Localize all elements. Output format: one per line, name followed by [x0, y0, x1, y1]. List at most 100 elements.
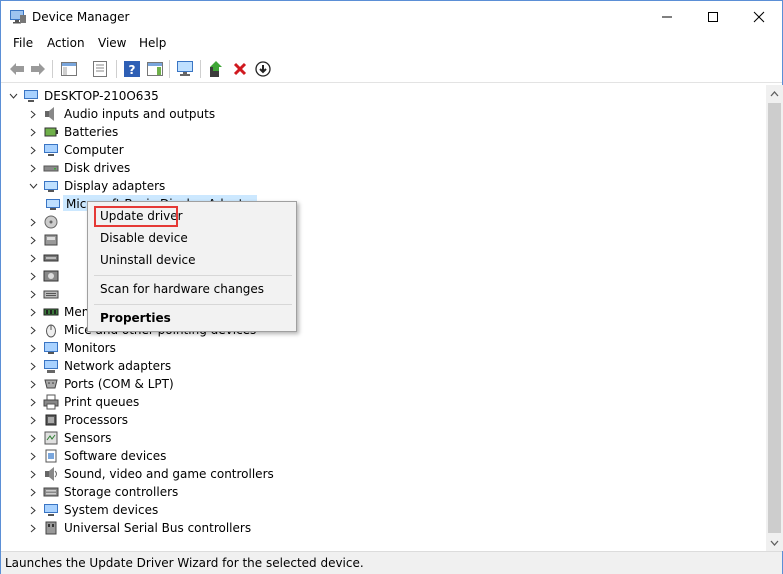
chevron-right-icon[interactable] [27, 501, 39, 519]
computer-icon [43, 142, 59, 158]
chevron-right-icon[interactable] [27, 465, 39, 483]
chevron-right-icon[interactable] [27, 213, 39, 231]
monitor-icon [43, 340, 59, 356]
device-manager-app-icon [10, 10, 26, 24]
update-driver-icon[interactable] [206, 59, 226, 79]
tree-item-batteries[interactable]: Batteries [27, 123, 118, 141]
imaging-icon [43, 268, 59, 284]
tree-item-software-devices[interactable]: Software devices [27, 447, 166, 465]
scroll-down-arrow-icon[interactable] [766, 534, 783, 551]
tree-item-print-queues[interactable]: Print queues [27, 393, 139, 411]
maximize-button[interactable] [690, 1, 736, 33]
chevron-right-icon[interactable] [27, 321, 39, 339]
tree-item-label: Sensors [64, 431, 112, 445]
tree-item-label: Ports (COM & LPT) [64, 377, 174, 391]
chevron-right-icon[interactable] [27, 105, 39, 123]
tree-item-hid-icon[interactable] [27, 231, 64, 249]
chevron-right-icon[interactable] [27, 285, 39, 303]
show-hide-console-tree-icon[interactable] [59, 59, 79, 79]
chevron-right-icon[interactable] [27, 123, 39, 141]
chevron-right-icon[interactable] [27, 159, 39, 177]
chevron-down-icon[interactable] [7, 87, 19, 105]
ctx-disable-device[interactable]: Disable device [88, 228, 296, 250]
disable-icon[interactable] [253, 59, 273, 79]
tree-item-imaging-icon[interactable] [27, 267, 64, 285]
tree-item-storage-controllers[interactable]: Storage controllers [27, 483, 178, 501]
tree-item-sound-video-and-game-controllers[interactable]: Sound, video and game controllers [27, 465, 274, 483]
minimize-button[interactable] [644, 1, 690, 33]
hid-icon [43, 232, 59, 248]
ctx-separator [94, 304, 292, 305]
tree-item-dvd-icon[interactable] [27, 213, 64, 231]
tree-item-computer[interactable]: Computer [27, 141, 124, 159]
ctx-uninstall-device[interactable]: Uninstall device [88, 250, 296, 272]
menu-view[interactable]: View [98, 36, 126, 50]
tree-item-monitors[interactable]: Monitors [27, 339, 116, 357]
tree-item-label: Monitors [64, 341, 116, 355]
close-button[interactable] [736, 1, 782, 33]
scroll-up-arrow-icon[interactable] [766, 85, 783, 102]
window-title: Device Manager [32, 10, 130, 24]
chevron-right-icon[interactable] [27, 357, 39, 375]
tree-item-sensors[interactable]: Sensors [27, 429, 111, 447]
ide-icon [43, 250, 59, 266]
chevron-right-icon[interactable] [27, 447, 39, 465]
tree-item-system-devices[interactable]: System devices [27, 501, 158, 519]
menu-action[interactable]: Action [47, 36, 85, 50]
chevron-down-icon[interactable] [27, 177, 39, 195]
chevron-right-icon[interactable] [27, 249, 39, 267]
chevron-right-icon[interactable] [27, 411, 39, 429]
chevron-right-icon[interactable] [27, 519, 39, 537]
menu-help[interactable]: Help [139, 36, 166, 50]
tree-item-universal-serial-bus-controllers[interactable]: Universal Serial Bus controllers [27, 519, 251, 537]
ctx-scan-hardware[interactable]: Scan for hardware changes [88, 279, 296, 301]
tree-item-label: Print queues [64, 395, 140, 409]
back-icon[interactable] [7, 59, 27, 79]
chevron-right-icon[interactable] [27, 267, 39, 285]
scan-hardware-icon[interactable] [176, 59, 196, 79]
tree-item-processors[interactable]: Processors [27, 411, 128, 429]
tree-item-label: System devices [64, 503, 159, 517]
tree-item-label: Disk drives [64, 161, 131, 175]
tree-item-label: Computer [64, 143, 124, 157]
tree-item-display-adapters[interactable]: Display adapters [27, 177, 165, 195]
chevron-right-icon[interactable] [27, 339, 39, 357]
chevron-right-icon[interactable] [27, 393, 39, 411]
vertical-scrollbar[interactable] [766, 85, 783, 551]
tree-item-label: Software devices [64, 449, 167, 463]
chevron-right-icon[interactable] [27, 429, 39, 447]
tree-item-label: Batteries [64, 125, 119, 139]
chevron-right-icon[interactable] [27, 375, 39, 393]
tree-item-label: Audio inputs and outputs [64, 107, 216, 121]
tree-root[interactable]: DESKTOP-210O635 [7, 87, 159, 105]
scrollbar-thumb[interactable] [768, 103, 781, 533]
toolbar-separator [169, 60, 170, 78]
chevron-right-icon[interactable] [27, 231, 39, 249]
forward-icon[interactable] [28, 59, 48, 79]
tree-item-label: Display adapters [64, 179, 166, 193]
uninstall-icon[interactable] [230, 59, 250, 79]
update-driver-highlight-box [94, 206, 178, 227]
network-icon [43, 358, 59, 374]
tree-item-audio-inputs-and-outputs[interactable]: Audio inputs and outputs [27, 105, 215, 123]
battery-icon [43, 124, 59, 140]
toolbar-separator [200, 60, 201, 78]
chevron-right-icon[interactable] [27, 303, 39, 321]
menu-file[interactable]: File [13, 36, 33, 50]
tree-item-keyboard-icon[interactable] [27, 285, 64, 303]
chevron-right-icon[interactable] [27, 483, 39, 501]
action-pane-icon[interactable] [145, 59, 165, 79]
ctx-separator [94, 275, 292, 276]
toolbar: ? [1, 55, 782, 83]
chevron-right-icon[interactable] [27, 141, 39, 159]
ctx-properties[interactable]: Properties [88, 308, 296, 330]
properties-icon[interactable] [90, 59, 110, 79]
tree-item-disk-drives[interactable]: Disk drives [27, 159, 130, 177]
system-icon [43, 502, 59, 518]
processor-icon [43, 412, 59, 428]
tree-item-network-adapters[interactable]: Network adapters [27, 357, 171, 375]
tree-item-ports-com-lpt[interactable]: Ports (COM & LPT) [27, 375, 174, 393]
tree-item-ide-icon[interactable] [27, 249, 64, 267]
toolbar-separator [52, 60, 53, 78]
help-icon[interactable]: ? [122, 59, 142, 79]
